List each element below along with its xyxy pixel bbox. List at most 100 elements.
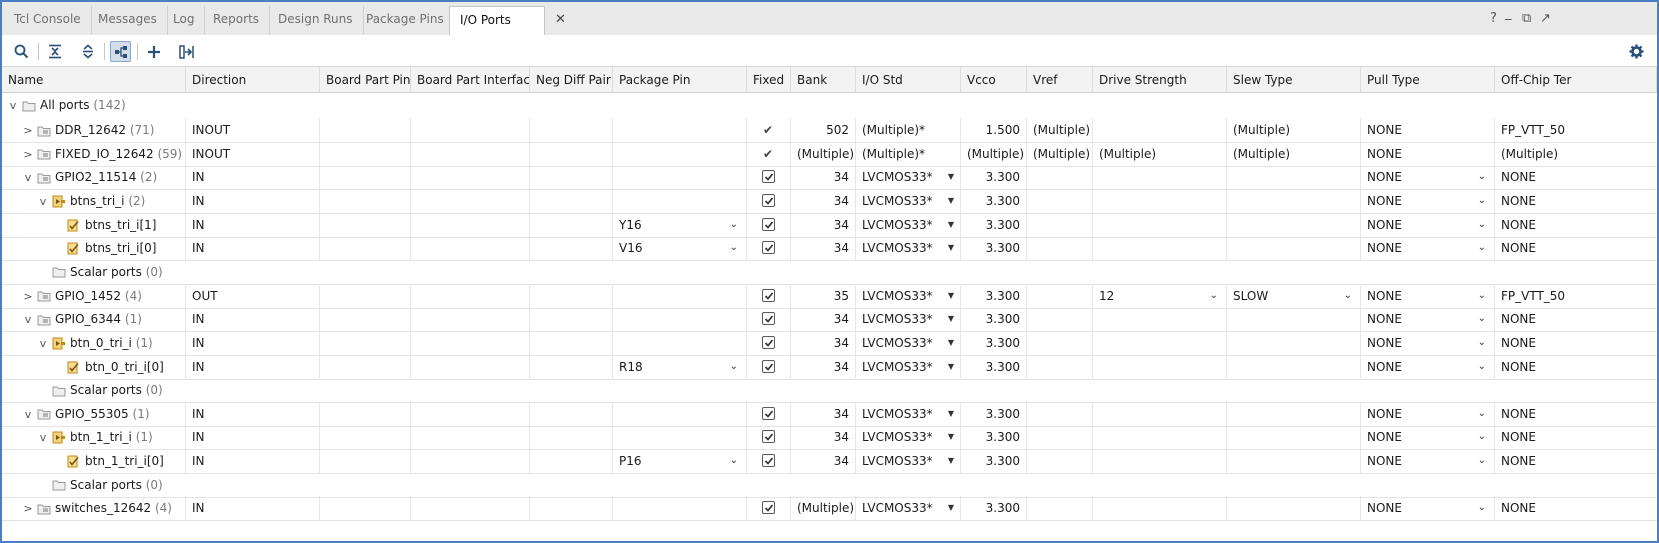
io-standard-dropdown-icon[interactable]: ▼ [948, 425, 954, 449]
table-row[interactable]: v btn_1_tri_i (1) IN 34 LVCMOS33* ▼ 3.300 NONE ⌄… [2, 425, 1657, 451]
tab-log[interactable]: Log [163, 6, 206, 37]
fixed-checkbox[interactable] [762, 454, 775, 468]
table-row[interactable]: v GPIO2_11514 (2) IN 34 LVCMOS33* ▼ 3.300 NONE ⌄… [2, 165, 1657, 191]
io-standard-dropdown-icon[interactable]: ▼ [948, 284, 954, 308]
table-row[interactable]: v GPIO_6344 (1) IN 34 LVCMOS33* ▼ 3.300 NONE ⌄ NO… [2, 307, 1657, 333]
package-pin-dropdown[interactable]: ⌄ [730, 449, 738, 473]
pull-type-dropdown[interactable]: ⌄ [1478, 425, 1486, 449]
chevron-down-icon[interactable]: v [36, 190, 50, 213]
column-header-fixed[interactable]: Fixed [747, 67, 791, 93]
package-pin-dropdown[interactable]: ⌄ [730, 213, 738, 237]
chevron-down-icon[interactable]: v [36, 426, 50, 449]
io-standard-dropdown-icon[interactable]: ▼ [948, 165, 954, 189]
column-header-vref[interactable]: Vref [1027, 67, 1093, 93]
table-row[interactable]: v btns_tri_i (2) IN 34 LVCMOS33* ▼ 3.300 NONE ⌄ N… [2, 188, 1657, 214]
io-standard-dropdown-icon[interactable]: ▼ [948, 236, 954, 260]
chevron-down-icon[interactable]: v [21, 403, 35, 426]
column-header-direction[interactable]: Direction [186, 67, 320, 93]
pull-type-dropdown[interactable]: ⌄ [1478, 236, 1486, 260]
column-header-package-pin[interactable]: Package Pin [613, 67, 747, 93]
add-icon[interactable] [143, 41, 164, 62]
expand-all-icon[interactable] [77, 41, 98, 62]
pull-type-dropdown[interactable]: ⌄ [1478, 449, 1486, 473]
table-row[interactable]: v btn_0_tri_i (1) IN 34 LVCMOS33* ▼ 3.300 NONE ⌄… [2, 330, 1657, 356]
close-tab-icon[interactable]: ✕ [555, 12, 566, 27]
chevron-right-icon[interactable]: > [21, 497, 35, 520]
column-header-board-part-interface[interactable]: Board Part Interface [411, 67, 530, 93]
tab-tcl-console[interactable]: Tcl Console [4, 6, 92, 37]
table-row[interactable]: btns_tri_i[1] IN Y16 ⌄ 34 LVCMOS33* ▼ 3.300 NONE… [2, 212, 1657, 238]
fixed-checkbox[interactable] [762, 241, 775, 255]
tab-io-ports[interactable]: I/O Ports [449, 6, 545, 37]
table-row[interactable]: > GPIO_1452 (4) OUT 35 LVCMOS33* ▼ 3.300 12 ⌄ SLO… [2, 283, 1657, 309]
io-standard-dropdown-icon[interactable]: ▼ [948, 307, 954, 331]
help-icon[interactable]: ? [1490, 11, 1497, 26]
group-by-interface-icon[interactable] [110, 41, 131, 62]
table-row[interactable]: btn_1_tri_i[0] IN P16 ⌄ 34 LVCMOS33* ▼ 3.300 NON… [2, 449, 1657, 475]
restore-icon[interactable]: ⧉ [1522, 11, 1531, 26]
fixed-checkbox[interactable] [762, 359, 775, 373]
pull-type-dropdown[interactable]: ⌄ [1478, 402, 1486, 426]
io-standard-dropdown-icon[interactable]: ▼ [948, 213, 954, 237]
minimize-icon[interactable]: _ [1505, 6, 1512, 21]
collapse-all-icon[interactable] [44, 41, 65, 62]
fixed-checkbox[interactable] [762, 335, 775, 349]
pull-type-dropdown[interactable]: ⌄ [1478, 213, 1486, 237]
table-row[interactable]: > switches_12642 (4) IN (Multiple) LVCMOS33*… [2, 496, 1657, 522]
io-standard-dropdown-icon[interactable]: ▼ [948, 449, 954, 473]
package-pin-dropdown[interactable]: ⌄ [730, 236, 738, 260]
table-row[interactable]: > FIXED_IO_12642 (59) INOUT ✔ (Multiple) (Mul… [2, 141, 1657, 167]
tab-messages[interactable]: Messages [88, 6, 168, 37]
pull-type-dropdown[interactable]: ⌄ [1478, 284, 1486, 308]
scalar-ports-row[interactable]: Scalar ports (0) [2, 260, 1657, 285]
table-row[interactable]: > DDR_12642 (71) INOUT ✔ 502 (Multiple)* 1.500… [2, 118, 1657, 143]
io-standard-dropdown-icon[interactable]: ▼ [948, 402, 954, 426]
chevron-right-icon[interactable]: > [21, 119, 35, 142]
column-header-vcco[interactable]: Vcco [961, 67, 1027, 93]
fixed-checkbox[interactable] [762, 312, 775, 326]
float-icon[interactable]: ↗ [1540, 11, 1551, 26]
pull-type-dropdown[interactable]: ⌄ [1478, 165, 1486, 189]
pull-type-dropdown[interactable]: ⌄ [1478, 496, 1486, 520]
fixed-checkbox[interactable] [762, 430, 775, 444]
column-header-pull-type[interactable]: Pull Type [1361, 67, 1495, 93]
column-header-drive-strength[interactable]: Drive Strength [1093, 67, 1227, 93]
chevron-right-icon[interactable]: > [21, 143, 35, 166]
fixed-checkbox[interactable] [762, 217, 775, 231]
pull-type-dropdown[interactable]: ⌄ [1478, 307, 1486, 331]
scalar-ports-row[interactable]: Scalar ports (0) [2, 473, 1657, 498]
io-standard-dropdown-icon[interactable]: ▼ [948, 355, 954, 379]
table-row[interactable]: btn_0_tri_i[0] IN R18 ⌄ 34 LVCMOS33* ▼ 3.300 NON… [2, 354, 1657, 380]
gear-icon[interactable] [1626, 41, 1647, 62]
slew-type-dropdown[interactable]: ⌄ [1344, 284, 1352, 308]
column-header-io-std[interactable]: I/O Std [856, 67, 961, 93]
column-header-board-part-pin[interactable]: Board Part Pin [320, 67, 411, 93]
chevron-down-icon[interactable]: v [36, 332, 50, 355]
column-header-neg-diff-pair[interactable]: Neg Diff Pair [530, 67, 613, 93]
tree-root-all-ports[interactable]: v All ports (142) [2, 93, 1657, 118]
fixed-checkbox[interactable] [762, 501, 775, 515]
tab-reports[interactable]: Reports [203, 6, 271, 37]
io-standard-dropdown-icon[interactable]: ▼ [948, 189, 954, 213]
io-standard-dropdown-icon[interactable]: ▼ [948, 331, 954, 355]
fixed-checkbox[interactable] [762, 406, 775, 420]
fixed-checkbox[interactable] [762, 170, 775, 184]
tab-design-runs[interactable]: Design Runs [268, 6, 364, 37]
chevron-down-icon[interactable]: v [21, 308, 35, 331]
export-icon[interactable] [176, 41, 197, 62]
pull-type-dropdown[interactable]: ⌄ [1478, 355, 1486, 379]
chevron-down-icon[interactable]: v [21, 166, 35, 189]
io-standard-dropdown-icon[interactable]: ▼ [948, 496, 954, 520]
column-header-name[interactable]: Name [2, 67, 186, 93]
drive-strength-dropdown[interactable]: ⌄ [1210, 284, 1218, 308]
scalar-ports-row[interactable]: Scalar ports (0) [2, 378, 1657, 404]
chevron-down-icon[interactable]: v [6, 94, 20, 117]
table-row[interactable]: v GPIO_55305 (1) IN 34 LVCMOS33* ▼ 3.300 NONE ⌄ N… [2, 401, 1657, 427]
table-row[interactable]: btns_tri_i[0] IN V16 ⌄ 34 LVCMOS33* ▼ 3.300 NONE… [2, 236, 1657, 262]
column-header-off-chip-termination[interactable]: Off-Chip Ter [1495, 67, 1657, 93]
fixed-checkbox[interactable] [762, 193, 775, 207]
chevron-right-icon[interactable]: > [21, 285, 35, 308]
pull-type-dropdown[interactable]: ⌄ [1478, 189, 1486, 213]
package-pin-dropdown[interactable]: ⌄ [730, 355, 738, 379]
fixed-checkbox[interactable] [762, 288, 775, 302]
